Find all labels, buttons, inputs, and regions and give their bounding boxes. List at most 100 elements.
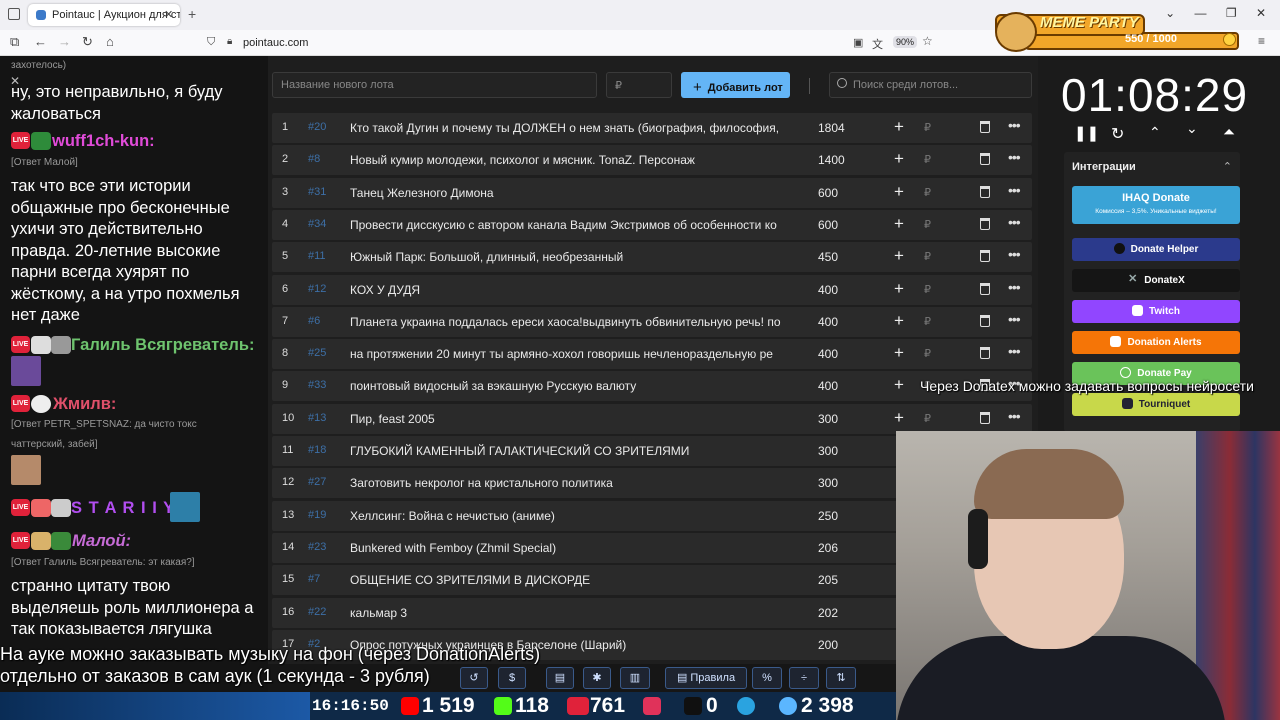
timer-down-icon[interactable]: ⌄ xyxy=(1186,120,1198,137)
more-options-icon[interactable]: ••• xyxy=(1008,408,1021,424)
lot-amount[interactable]: 450 xyxy=(818,250,838,264)
trash-icon[interactable] xyxy=(980,185,990,198)
lot-name[interactable]: Новый кумир молодежи, психолог и мясник.… xyxy=(350,153,790,167)
sidebar-toggle-icon[interactable] xyxy=(8,8,20,20)
more-options-icon[interactable]: ••• xyxy=(1008,149,1021,165)
home-icon[interactable]: ⌂ xyxy=(106,34,114,49)
add-amount-icon[interactable]: + xyxy=(894,117,904,137)
add-amount-icon[interactable]: + xyxy=(894,343,904,363)
percent-button[interactable]: % xyxy=(752,667,782,689)
lot-name[interactable]: Танец Железного Димона xyxy=(350,186,790,200)
add-amount-icon[interactable]: + xyxy=(894,246,904,266)
lot-amount[interactable]: 400 xyxy=(818,379,838,393)
lot-name[interactable]: на протяжении 20 минут ты армяно-хохол г… xyxy=(350,347,790,361)
trash-icon[interactable] xyxy=(980,217,990,230)
back-icon[interactable]: ← xyxy=(34,34,47,49)
more-options-icon[interactable]: ••• xyxy=(1008,246,1021,262)
lot-amount[interactable]: 206 xyxy=(818,541,838,555)
integration-donatex-button[interactable]: ✕ DonateX xyxy=(1072,269,1240,292)
table-row[interactable]: 3 #31 Танец Железного Димона 600 + ₽ ••• xyxy=(272,177,1032,208)
extensions-icon[interactable]: ⧉ xyxy=(10,34,19,50)
lot-name-input[interactable]: Название нового лота xyxy=(272,72,597,98)
lot-amount[interactable]: 205 xyxy=(818,573,838,587)
lot-name[interactable]: Хеллсинг: Война с нечистью (аниме) xyxy=(350,509,790,523)
trash-icon[interactable] xyxy=(980,250,990,263)
lot-name[interactable]: Планета украина поддалась ереси хаоса!вы… xyxy=(350,315,790,329)
add-amount-icon[interactable]: + xyxy=(894,279,904,299)
table-row[interactable]: 1 #20 Кто такой Дугин и почему ты ДОЛЖЕН о… xyxy=(272,113,1032,143)
ruble-input[interactable]: ₽ xyxy=(924,412,931,425)
clear-button[interactable]: ▥ xyxy=(620,667,650,689)
add-amount-icon[interactable]: + xyxy=(894,149,904,169)
lot-name[interactable]: Заготовить некролог на кристального поли… xyxy=(350,476,790,490)
more-options-icon[interactable]: ••• xyxy=(1008,311,1021,327)
integration-ihaq-button[interactable]: IHAQ Donate Комиссия – 3,5%. Уникальные … xyxy=(1072,186,1240,224)
lot-amount[interactable]: 200 xyxy=(818,638,838,652)
lot-name[interactable]: ГЛУБОКИЙ КАМЕННЫЙ ГАЛАКТИЧЕСКИЙ СО ЗРИТЕ… xyxy=(350,444,790,458)
more-options-icon[interactable]: ••• xyxy=(1008,214,1021,230)
trash-icon[interactable] xyxy=(980,121,990,133)
integration-twitch-button[interactable]: Twitch xyxy=(1072,300,1240,323)
timer-up-icon[interactable]: ⌃ xyxy=(1149,124,1161,141)
bookmark-star-icon[interactable]: ☆ xyxy=(922,34,933,48)
reset-icon[interactable]: ↻ xyxy=(1111,124,1124,144)
add-amount-icon[interactable]: + xyxy=(894,182,904,202)
table-row[interactable]: 2 #8 Новый кумир молодежи, психолог и мясн… xyxy=(272,145,1032,176)
ruble-input[interactable]: ₽ xyxy=(924,347,931,360)
add-amount-icon[interactable]: + xyxy=(894,375,904,395)
lot-name[interactable]: кальмар 3 xyxy=(350,606,790,620)
table-row[interactable]: 8 #25 на протяжении 20 минут ты армяно-хох… xyxy=(272,339,1032,370)
lot-amount[interactable]: 300 xyxy=(818,412,838,426)
menu-icon[interactable]: ≡ xyxy=(1258,34,1265,48)
lot-name[interactable]: Провести дисскусию с автором канала Вади… xyxy=(350,218,790,232)
lot-name[interactable]: Пир, feast 2005 xyxy=(350,412,790,426)
trash-icon[interactable] xyxy=(980,153,990,166)
lot-amount[interactable]: 400 xyxy=(818,283,838,297)
lock-icon[interactable]: 🔒︎ xyxy=(227,36,232,47)
lot-amount[interactable]: 300 xyxy=(818,476,838,490)
lot-search-input[interactable]: Поиск среди лотов... xyxy=(829,72,1032,98)
pause-icon[interactable]: ❚❚ xyxy=(1074,124,1099,142)
translate-icon[interactable]: 文 xyxy=(872,36,883,52)
lot-name[interactable]: Bunkered with Femboy (Zhmil Special) xyxy=(350,541,790,555)
lot-name[interactable]: поинтовый видосный за вэкашную Русскую в… xyxy=(350,379,790,393)
reader-icon[interactable]: ▣ xyxy=(853,36,863,49)
lot-amount[interactable]: 300 xyxy=(818,444,838,458)
trash-icon[interactable] xyxy=(980,411,990,424)
ruble-input[interactable]: ₽ xyxy=(924,250,931,263)
lot-amount[interactable]: 250 xyxy=(818,509,838,523)
ruble-input[interactable]: ₽ xyxy=(924,121,931,134)
add-amount-icon[interactable]: + xyxy=(894,214,904,234)
rules-button[interactable]: ▤ Правила xyxy=(665,667,747,689)
zoom-level[interactable]: 90% xyxy=(893,36,918,48)
lot-amount[interactable]: 1804 xyxy=(818,121,845,135)
integration-tourniquet-button[interactable]: Tourniquet xyxy=(1072,393,1240,416)
lot-amount[interactable]: 400 xyxy=(818,347,838,361)
lot-amount-input[interactable]: ₽ xyxy=(606,72,672,98)
add-lot-button[interactable]: + Добавить лот xyxy=(681,72,790,98)
table-row[interactable]: 7 #6 Планета украина поддалась ереси хаоса… xyxy=(272,306,1032,337)
integration-donate-helper-button[interactable]: Donate Helper xyxy=(1072,238,1240,261)
add-amount-icon[interactable]: + xyxy=(894,408,904,428)
lot-amount[interactable]: 202 xyxy=(818,606,838,620)
ruble-input[interactable]: ₽ xyxy=(924,283,931,296)
timer-max-icon[interactable]: ⏶ xyxy=(1223,124,1235,141)
add-amount-icon[interactable]: + xyxy=(894,311,904,331)
trash-icon[interactable] xyxy=(980,314,990,327)
lot-name[interactable]: Южный Парк: Большой, длинный, необрезанн… xyxy=(350,250,790,264)
lot-amount[interactable]: 600 xyxy=(818,218,838,232)
table-row[interactable]: 9 #33 поинтовый видосный за вэкашную Русск… xyxy=(272,371,1032,402)
more-options-icon[interactable]: ••• xyxy=(1008,117,1021,133)
trash-icon[interactable] xyxy=(980,347,990,360)
more-options-icon[interactable]: ••• xyxy=(1008,343,1021,359)
ruble-input[interactable]: ₽ xyxy=(924,186,931,199)
bug-icon[interactable]: ✱ xyxy=(583,667,611,689)
split-button[interactable]: ÷ xyxy=(789,667,819,689)
lot-name[interactable]: КОХ У ДУДЯ xyxy=(350,283,790,297)
lot-amount[interactable]: 400 xyxy=(818,315,838,329)
sort-button[interactable]: ⇅ xyxy=(826,667,856,689)
shield-icon[interactable]: ⛉ xyxy=(207,36,215,49)
lot-amount[interactable]: 600 xyxy=(818,186,838,200)
more-options-icon[interactable]: ••• xyxy=(1008,182,1021,198)
integration-donation-alerts-button[interactable]: Donation Alerts xyxy=(1072,331,1240,354)
